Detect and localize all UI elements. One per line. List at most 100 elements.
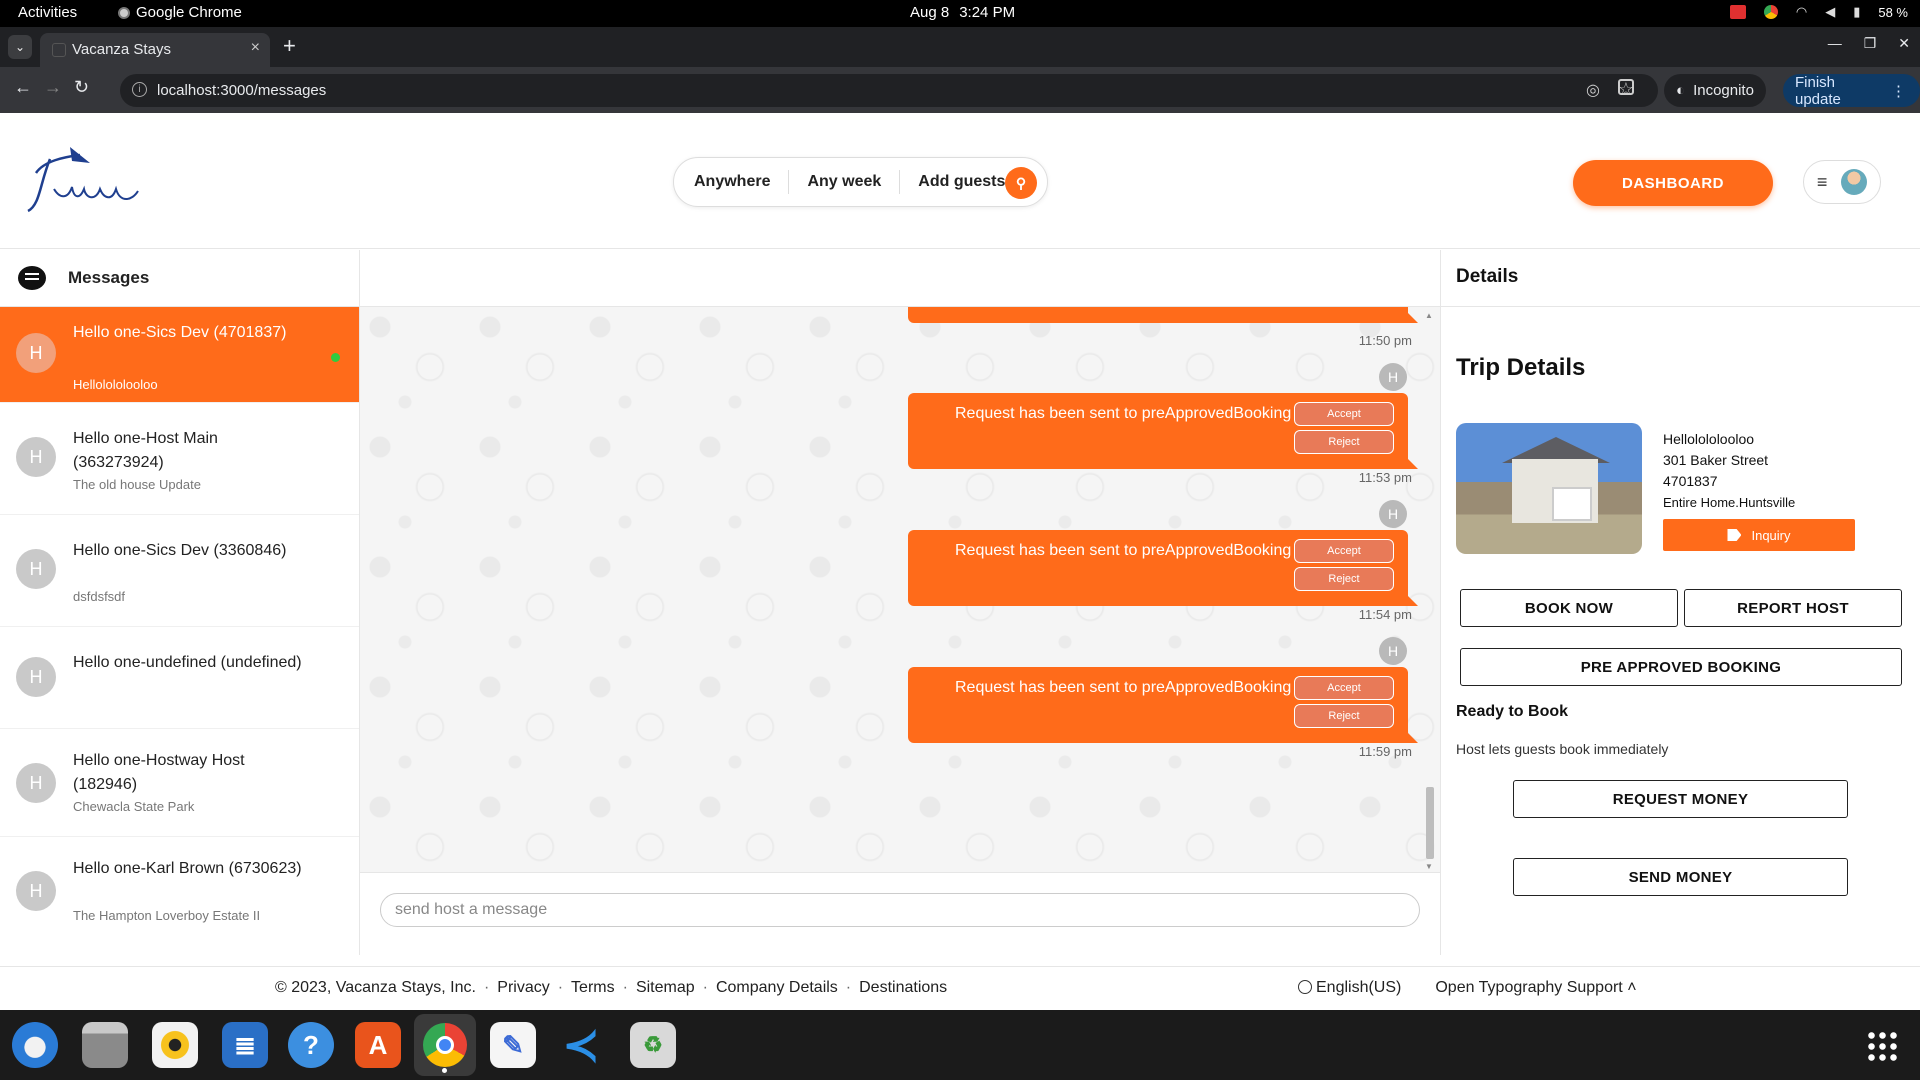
incognito-icon: ◐	[1676, 82, 1686, 99]
minimize-icon[interactable]: —	[1828, 35, 1842, 52]
conversation-name: Hello one-Karl Brown (6730623)	[73, 860, 302, 877]
active-app-name: Google Chrome	[136, 4, 242, 21]
dashboard-button[interactable]: DASHBOARD	[1573, 160, 1773, 206]
footer-link-terms[interactable]: Terms	[571, 979, 615, 997]
conversation-item[interactable]: H Hello one-Karl Brown (6730623) The Ham…	[0, 837, 359, 945]
url-text[interactable]: localhost:3000/messages	[157, 82, 326, 99]
footer-links: © 2023, Vacanza Stays, Inc. · Privacy · …	[275, 979, 948, 997]
search-icon[interactable]: ⚲	[1005, 167, 1037, 199]
new-tab-button[interactable]: +	[283, 33, 296, 59]
conversation-preview: Chewacla State Park	[73, 799, 195, 814]
search-anywhere[interactable]: Anywhere	[694, 173, 788, 191]
rhythmbox-icon[interactable]	[152, 1022, 198, 1068]
files-icon[interactable]	[82, 1022, 128, 1068]
tab-search-button[interactable]: ⌄	[8, 35, 32, 59]
chat-header	[360, 250, 1440, 307]
help-icon[interactable]: ?	[288, 1022, 334, 1068]
scrollbar-thumb[interactable]	[1426, 787, 1434, 859]
battery-percent: 58 %	[1878, 4, 1908, 20]
app-center-icon[interactable]: A	[355, 1022, 401, 1068]
request-money-button[interactable]: REQUEST MONEY	[1513, 780, 1848, 818]
search-any-week[interactable]: Any week	[807, 173, 899, 191]
maximize-icon[interactable]: ❐	[1864, 35, 1877, 52]
send-money-button[interactable]: SEND MONEY	[1513, 858, 1848, 896]
conversation-item[interactable]: H Hello one-undefined (undefined)	[0, 627, 359, 729]
chrome-tray-icon[interactable]	[1763, 5, 1778, 19]
message-input[interactable]	[380, 893, 1420, 927]
address-bar[interactable]: i localhost:3000/messages ◎ ☆	[120, 74, 1658, 107]
tag-icon	[1727, 529, 1742, 541]
typography-support-toggle[interactable]: Open Typography Support ˄	[1435, 979, 1636, 997]
reload-icon[interactable]: ↻	[74, 77, 89, 98]
message-bubble	[908, 307, 1418, 323]
clock[interactable]: Aug 8 3:24 PM	[910, 4, 1015, 21]
active-app-menu[interactable]: Google Chrome	[118, 4, 242, 21]
chat-panel: 11:50 pm H Request has been sent to preA…	[360, 250, 1440, 955]
activities-button[interactable]: Activities	[18, 4, 77, 21]
language-selector[interactable]: English(US)	[1298, 979, 1401, 997]
conversation-preview: dsfdsfsdf	[73, 589, 126, 604]
chrome-icon[interactable]	[414, 1014, 476, 1076]
tab-title: Vacanza Stays	[72, 41, 171, 58]
clock-time: 3:24 PM	[959, 4, 1016, 21]
hamburger-icon: ≡	[1816, 171, 1828, 192]
tab-close-icon[interactable]: ×	[251, 39, 260, 57]
footer-link-sitemap[interactable]: Sitemap	[636, 979, 695, 997]
accept-button[interactable]: Accept	[1294, 402, 1394, 426]
chat-scrollbar[interactable]: ▲ ▼	[1425, 311, 1434, 871]
vscode-icon[interactable]: ≺	[558, 1021, 604, 1070]
trash-icon[interactable]: ♻	[630, 1022, 676, 1068]
brand-logo[interactable]	[20, 143, 150, 223]
incognito-indicator[interactable]: ◐ Incognito	[1664, 74, 1766, 107]
property-name: Hellolololooloo	[1663, 431, 1755, 447]
forward-icon[interactable]: →	[44, 77, 62, 98]
screen-record-icon[interactable]	[1729, 5, 1746, 19]
site-info-icon[interactable]: i	[132, 82, 147, 97]
conversation-item[interactable]: H Hello one-Sics Dev (4701837) Hellololo…	[0, 307, 359, 403]
finish-update-button[interactable]: Finish update ⋮	[1783, 74, 1920, 108]
reject-button[interactable]: Reject	[1294, 430, 1394, 454]
book-now-button[interactable]: BOOK NOW	[1460, 589, 1678, 627]
footer-link-destinations[interactable]: Destinations	[859, 979, 947, 997]
online-status-dot	[331, 353, 340, 362]
tab-vacanza-stays[interactable]: Vacanza Stays ×	[40, 33, 270, 67]
user-menu-button[interactable]: ≡	[1803, 160, 1881, 204]
property-photo[interactable]	[1456, 423, 1642, 554]
thunderbird-icon[interactable]	[12, 1022, 58, 1068]
incognito-label: Incognito	[1693, 82, 1754, 99]
tracking-protection-icon[interactable]: ◎	[1586, 80, 1600, 100]
back-icon[interactable]: ←	[14, 77, 32, 98]
reject-button[interactable]: Reject	[1294, 704, 1394, 728]
avatar: H	[16, 657, 56, 697]
clock-date: Aug 8	[910, 4, 950, 21]
search-bar[interactable]: Anywhere Any week Add guests ⚲	[673, 157, 1048, 207]
reject-button[interactable]: Reject	[1294, 567, 1394, 591]
scroll-up-icon[interactable]: ▲	[1425, 311, 1433, 320]
conversation-item[interactable]: H Hello one-Hostway Host (182946) Chewac…	[0, 729, 359, 837]
report-host-button[interactable]: REPORT HOST	[1684, 589, 1902, 627]
footer-link-company-details[interactable]: Company Details	[716, 979, 838, 997]
ubuntu-dock: ≣ ? A ✎ ≺ ♻	[0, 1010, 1920, 1080]
message-time: 11:50 pm	[1358, 333, 1412, 348]
message-text: Request has been sent to preApprovedBook…	[955, 679, 1292, 696]
text-editor-icon[interactable]: ✎	[490, 1022, 536, 1068]
chevron-up-icon: ˄	[1627, 979, 1637, 996]
close-window-icon[interactable]: ✕	[1898, 35, 1910, 52]
copyright-text: © 2023, Vacanza Stays, Inc.	[275, 979, 476, 996]
message-thread[interactable]: 11:50 pm H Request has been sent to preA…	[360, 307, 1440, 872]
scroll-down-icon[interactable]: ▼	[1425, 862, 1433, 871]
pre-approved-booking-button[interactable]: PRE APPROVED BOOKING	[1460, 648, 1902, 686]
accept-button[interactable]: Accept	[1294, 539, 1394, 563]
writer-icon[interactable]: ≣	[222, 1022, 268, 1068]
inquiry-status-button[interactable]: Inquiry	[1663, 519, 1855, 551]
show-applications-icon[interactable]	[1866, 1030, 1898, 1062]
conversation-item[interactable]: H Hello one-Sics Dev (3360846) dsfdsfsdf	[0, 515, 359, 627]
language-label: English(US)	[1316, 979, 1402, 996]
accept-button[interactable]: Accept	[1294, 676, 1394, 700]
message-time: 11:54 pm	[1358, 607, 1412, 622]
conversation-item[interactable]: H Hello one-Host Main (363273924) The ol…	[0, 403, 359, 515]
property-type: Entire Home.Huntsville	[1663, 495, 1796, 510]
footer-link-privacy[interactable]: Privacy	[497, 979, 549, 997]
extensions-icon[interactable]	[1618, 79, 1634, 95]
system-tray[interactable]: ◠ ◀ ▮ 58 %	[1729, 4, 1908, 20]
